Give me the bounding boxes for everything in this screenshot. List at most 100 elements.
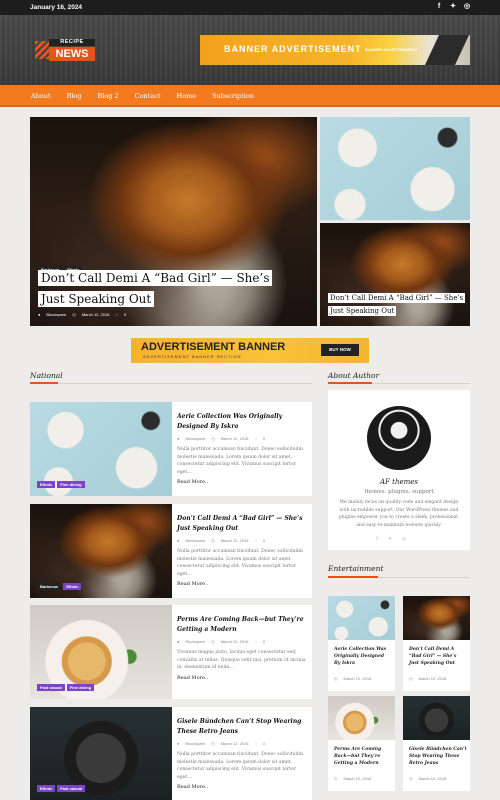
entertainment-thumbnail[interactable]: [403, 596, 470, 640]
comment-icon: ◌: [254, 436, 257, 441]
instagram-icon[interactable]: ◎: [402, 536, 406, 542]
list-item[interactable]: Perms Are Coming Back—but They’re Gettin…: [328, 696, 395, 791]
article-author[interactable]: Blockspare: [185, 538, 205, 543]
clock-icon: ◷: [211, 741, 215, 746]
facebook-icon[interactable]: f: [376, 536, 378, 542]
tag[interactable]: Fast casual: [57, 785, 86, 792]
facebook-icon[interactable]: f: [436, 3, 442, 10]
clock-icon: ◷: [211, 639, 215, 644]
article-thumbnail[interactable]: Ethnic Fine dining: [30, 402, 172, 496]
nav-item-about[interactable]: About: [31, 92, 51, 100]
header-banner-ad[interactable]: BANNER ADVERTISEMENT BANNER ADVERTISEMEN…: [200, 35, 470, 65]
buy-now-button[interactable]: BUY NOW: [321, 344, 359, 356]
instagram-icon[interactable]: ◎: [464, 3, 470, 10]
section-accent: [328, 576, 378, 578]
article-comments[interactable]: 0: [263, 538, 265, 543]
read-more-link[interactable]: Read More..: [177, 675, 307, 681]
logo-stripes: [35, 41, 49, 59]
comment-icon: ◌: [254, 741, 257, 746]
twitter-icon[interactable]: ✦: [450, 3, 456, 10]
list-item[interactable]: Don’t Call Demi A “Bad Girl” — She’s Jus…: [403, 596, 470, 691]
article-thumbnail[interactable]: Ethnic Fast casual: [30, 707, 172, 800]
tag[interactable]: Barbecue: [37, 583, 62, 590]
list-item[interactable]: Aerie Collection Was Originally Designed…: [328, 596, 395, 691]
side-featured-title-text[interactable]: Don’t Call Demi A “Bad Girl” — She’s Jus…: [328, 293, 466, 316]
section-heading-national: National: [30, 371, 63, 380]
article-thumbnail[interactable]: Barbecue Ethnic: [30, 504, 172, 598]
article-title[interactable]: Perms Are Coming Back—but They’re Gettin…: [177, 615, 307, 635]
entertainment-meta: ◷ March 12, 2016: [334, 776, 371, 781]
entertainment-title[interactable]: Don’t Call Demi A “Bad Girl” — She’s Jus…: [409, 646, 467, 667]
list-item[interactable]: Ethnic Fine dining Aerie Collection Was O…: [30, 402, 312, 496]
entertainment-thumbnail[interactable]: [328, 696, 395, 740]
clock-icon: ◷: [409, 676, 413, 681]
read-more-link[interactable]: Read More..: [177, 581, 307, 587]
clock-icon: ◷: [211, 538, 215, 543]
article-title[interactable]: Don’t Call Demi A “Bad Girl” — She’s Jus…: [177, 514, 307, 534]
list-item[interactable]: Fast casual Fine dining Perms Are Coming …: [30, 605, 312, 699]
read-more-link[interactable]: Read More..: [177, 479, 307, 485]
comment-icon: ◌: [254, 538, 257, 543]
list-item[interactable]: Ethnic Fast casual Gisele Bündchen Can’t …: [30, 707, 312, 800]
hero-comments[interactable]: 0: [124, 312, 126, 317]
article-meta: ● Blockspare ◷ March 12, 2016 ◌ 0: [177, 538, 307, 543]
social-links: f ✦ ◎: [436, 3, 470, 10]
entertainment-title[interactable]: Gisele Bündchen Can’t Stop Wearing These…: [409, 746, 467, 767]
article-tags: Ethnic Fine dining: [37, 471, 87, 490]
tag[interactable]: Fine dining: [66, 684, 95, 691]
article-comments[interactable]: 0: [263, 436, 265, 441]
list-item[interactable]: Barbecue Ethnic Don’t Call Demi A “Bad Gi…: [30, 504, 312, 598]
tag[interactable]: Ethnic: [37, 481, 56, 488]
entertainment-date: March 12, 2016: [418, 676, 447, 681]
nav-item-blog[interactable]: Blog: [67, 92, 82, 100]
article-title[interactable]: Aerie Collection Was Originally Designed…: [177, 412, 307, 432]
article-title[interactable]: Gisele Bündchen Can’t Stop Wearing These…: [177, 717, 307, 737]
tag[interactable]: Ethnic: [63, 583, 82, 590]
entertainment-title[interactable]: Aerie Collection Was Originally Designed…: [334, 646, 392, 667]
site-logo[interactable]: RECIPE NEWS: [35, 39, 95, 63]
site-header: RECIPE NEWS BANNER ADVERTISEMENT BANNER …: [0, 15, 500, 85]
ad-subtitle: ADVERTISEMENT BANNER SECTION: [143, 354, 242, 359]
hero-author[interactable]: Blockspare: [46, 312, 66, 317]
tag[interactable]: Ethnic: [37, 785, 56, 792]
article-author[interactable]: Blockspare: [185, 639, 205, 644]
section-accent: [328, 382, 372, 384]
side-featured-image-bottom[interactable]: BarbecueEthnic Don’t Call Demi A “Bad Gi…: [320, 223, 470, 326]
read-more-link[interactable]: Read More..: [177, 784, 307, 790]
tag[interactable]: Fine dining: [57, 481, 85, 488]
author-description: We mainly focus on quality code and eleg…: [338, 500, 460, 528]
article-comments[interactable]: 0: [263, 741, 265, 746]
article-comments[interactable]: 0: [263, 639, 265, 644]
side-featured-image-top[interactable]: [320, 117, 470, 220]
entertainment-meta: ◷ March 12, 2016: [334, 676, 371, 681]
author-tagline: themes. plugins. support: [364, 489, 434, 495]
hero-meta: ● Blockspare ◷ March 12, 2016 ◌ 0: [38, 312, 126, 317]
nav-item-contact[interactable]: Contact: [135, 92, 161, 100]
article-author[interactable]: Blockspare: [185, 741, 205, 746]
entertainment-thumbnail[interactable]: [328, 596, 395, 640]
author-icon: ●: [38, 312, 41, 317]
nav-item-subscription[interactable]: Subscription: [212, 92, 254, 100]
hero-title-text[interactable]: Don’t Call Demi A “Bad Girl” — She’s Jus…: [38, 270, 273, 307]
nav-item-home[interactable]: Home: [176, 92, 196, 100]
advertisement-banner[interactable]: ADVERTISEMENT BANNER ADVERTISEMENT BANNE…: [131, 338, 369, 363]
section-divider: [30, 383, 312, 384]
entertainment-thumbnail[interactable]: [403, 696, 470, 740]
comment-icon: ◌: [254, 639, 257, 644]
logo-big-text: NEWS: [49, 47, 95, 61]
author-icon: ●: [177, 436, 180, 441]
author-icon: ●: [177, 639, 180, 644]
list-item[interactable]: Gisele Bündchen Can’t Stop Wearing These…: [403, 696, 470, 791]
nav-item-blog-2[interactable]: Blog 2: [98, 92, 119, 100]
clock-icon: ◷: [409, 776, 413, 781]
article-author[interactable]: Blockspare: [185, 436, 205, 441]
article-excerpt: Nulla porttitor accumsan tincidunt. Done…: [177, 447, 304, 475]
tag[interactable]: Fast casual: [37, 684, 65, 691]
twitter-icon[interactable]: ✦: [388, 536, 392, 542]
entertainment-title[interactable]: Perms Are Coming Back—but They’re Gettin…: [334, 746, 392, 767]
article-thumbnail[interactable]: Fast casual Fine dining: [30, 605, 172, 699]
side-featured-title[interactable]: Don’t Call Demi A “Bad Girl” — She’s Jus…: [328, 292, 468, 318]
entertainment-date: March 12, 2016: [418, 776, 447, 781]
author-social-links: f ✦ ◎: [376, 536, 406, 542]
hero-title[interactable]: Don’t Call Demi A “Bad Girl” — She’s Jus…: [38, 268, 278, 310]
